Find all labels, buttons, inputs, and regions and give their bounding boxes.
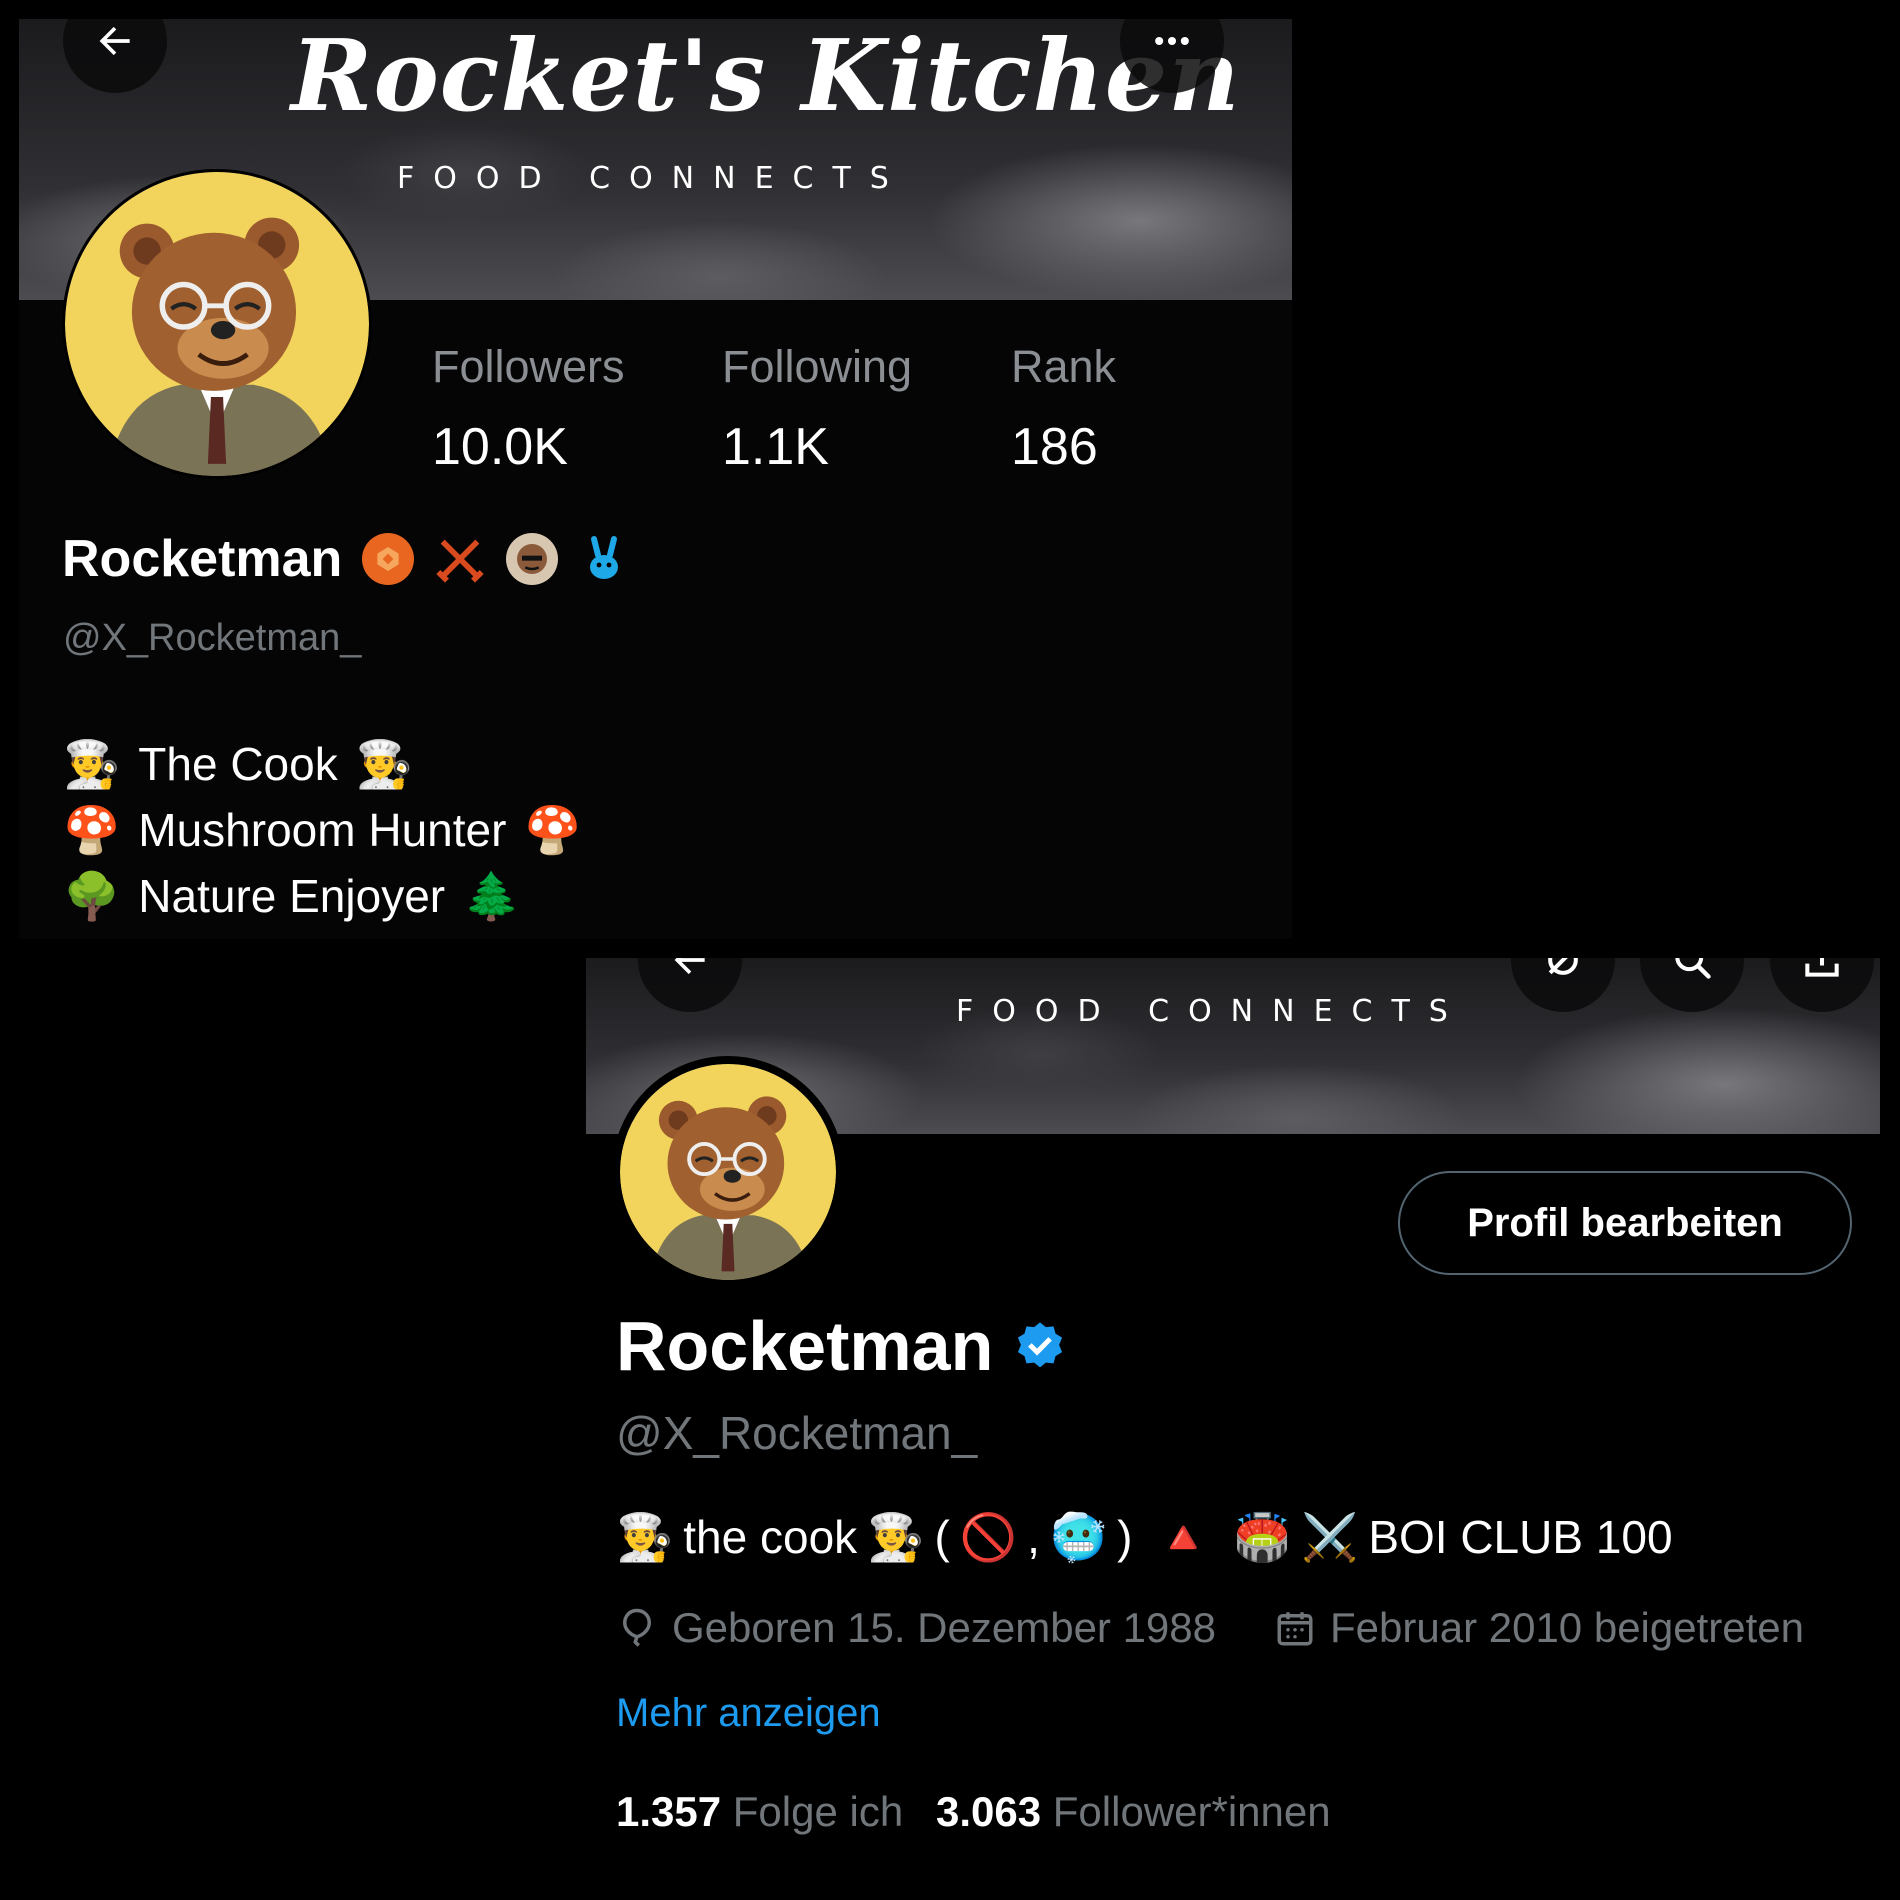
back-arrow-icon bbox=[99, 26, 130, 56]
bio-text: the cook bbox=[683, 1511, 858, 1563]
mushroom-emoji-icon: 🍄 bbox=[524, 804, 582, 856]
display-name: Rocketman bbox=[62, 530, 343, 588]
avatar[interactable] bbox=[612, 1056, 844, 1288]
grok-icon bbox=[1548, 958, 1578, 975]
followers-count-link[interactable]: 3.063 Follower*innen bbox=[936, 1788, 1331, 1836]
profile-card-bottom: FOOD CONNECTS Profil bearbeiten Rocketma… bbox=[586, 958, 1880, 1900]
verified-badge-icon bbox=[1018, 1322, 1063, 1368]
chef-emoji-icon: 👨‍🍳 bbox=[355, 738, 413, 790]
bio-line-nature: 🌳 Nature Enjoyer 🌲 bbox=[63, 869, 520, 923]
display-name-row: Rocketman bbox=[616, 1306, 1067, 1386]
search-icon bbox=[1675, 958, 1711, 979]
tree-emoji-icon: 🌳 bbox=[63, 870, 121, 922]
crossed-swords-badge-icon bbox=[434, 533, 486, 585]
display-name-row: Rocketman bbox=[62, 529, 630, 589]
banner-brand-title: Rocket's Kitchen bbox=[291, 19, 1241, 134]
following-label: Folge ich bbox=[732, 1788, 904, 1835]
banner-tagline: FOOD CONNECTS bbox=[956, 994, 1467, 1029]
stat-value-followers[interactable]: 10.0K bbox=[432, 417, 568, 477]
crossed-swords-emoji-icon: ⚔️ bbox=[1301, 1511, 1359, 1563]
stat-value-rank: 186 bbox=[1011, 418, 1098, 476]
stadium-emoji-icon: 🏟️ bbox=[1233, 1511, 1292, 1563]
bio-text: The Cook bbox=[138, 738, 338, 790]
joined-text: Februar 2010 beigetreten bbox=[1330, 1604, 1804, 1651]
bio-text: Mushroom Hunter bbox=[138, 804, 507, 856]
stat-label-followers[interactable]: Followers bbox=[432, 341, 625, 393]
bio-line: 👨‍🍳 the cook 👨‍🍳 ( 🚫 , 🥶 ) 🔺 🏟️ ⚔️ BOI C… bbox=[616, 1510, 1673, 1564]
stat-value-following[interactable]: 1.1K bbox=[722, 417, 829, 477]
followers-count: 3.063 bbox=[936, 1788, 1042, 1835]
followers-label: Follower*innen bbox=[1052, 1788, 1331, 1835]
bear-avatar-icon bbox=[65, 172, 369, 476]
bio-line-cook: 👨‍🍳 The Cook 👨‍🍳 bbox=[63, 737, 413, 791]
red-triangle-emoji-icon: 🔺 bbox=[1154, 1511, 1212, 1563]
rank-badge-icon bbox=[362, 533, 415, 585]
show-more-link[interactable]: Mehr anzeigen bbox=[616, 1691, 881, 1736]
birthday-row: Geboren 15. Dezember 1988 bbox=[616, 1604, 1216, 1652]
bio-comma: , bbox=[1027, 1511, 1040, 1563]
edit-profile-button[interactable]: Profil bearbeiten bbox=[1398, 1171, 1852, 1275]
mushroom-emoji-icon: 🍄 bbox=[63, 804, 121, 856]
joined-row: Februar 2010 beigetreten bbox=[1274, 1604, 1804, 1652]
bear-avatar-icon bbox=[620, 1064, 836, 1280]
chef-emoji-icon: 👨‍🍳 bbox=[63, 738, 121, 790]
profile-card-top: Rocket's Kitchen FOOD CONNECTS Followers… bbox=[19, 19, 1292, 939]
bio-text: Nature Enjoyer bbox=[138, 870, 446, 922]
following-count-link[interactable]: 1.357 Folge ich bbox=[616, 1788, 903, 1836]
username-handle: @X_Rocketman_ bbox=[63, 617, 362, 659]
avatar[interactable] bbox=[62, 169, 372, 479]
following-count: 1.357 bbox=[616, 1788, 722, 1835]
stat-label-following[interactable]: Following bbox=[722, 341, 912, 393]
chef-emoji-icon: 👨‍🍳 bbox=[867, 1511, 925, 1563]
share-icon bbox=[1805, 958, 1839, 977]
character-badge-icon bbox=[506, 533, 559, 585]
cold-face-emoji-icon: 🥶 bbox=[1049, 1511, 1108, 1563]
stat-label-rank: Rank bbox=[1011, 341, 1117, 392]
bunny-badge-icon bbox=[578, 533, 630, 585]
back-arrow-icon bbox=[674, 958, 705, 975]
banner-tagline: FOOD CONNECTS bbox=[397, 161, 908, 196]
more-icon bbox=[1155, 36, 1189, 46]
no-entry-emoji-icon: 🚫 bbox=[959, 1511, 1018, 1563]
bio-text: BOI CLUB 100 bbox=[1368, 1511, 1673, 1563]
bio-line-mushroom: 🍄 Mushroom Hunter 🍄 bbox=[63, 803, 582, 857]
bio-paren-close: ) bbox=[1117, 1511, 1133, 1563]
balloon-icon bbox=[622, 1608, 652, 1647]
bio-paren-open: ( bbox=[934, 1511, 950, 1563]
birthday-text: Geboren 15. Dezember 1988 bbox=[672, 1604, 1217, 1651]
evergreen-emoji-icon: 🌲 bbox=[463, 870, 521, 922]
display-name: Rocketman bbox=[616, 1307, 994, 1385]
username-handle: @X_Rocketman_ bbox=[616, 1407, 978, 1459]
chef-emoji-icon: 👨‍🍳 bbox=[616, 1511, 674, 1563]
calendar-icon bbox=[1277, 1612, 1313, 1646]
